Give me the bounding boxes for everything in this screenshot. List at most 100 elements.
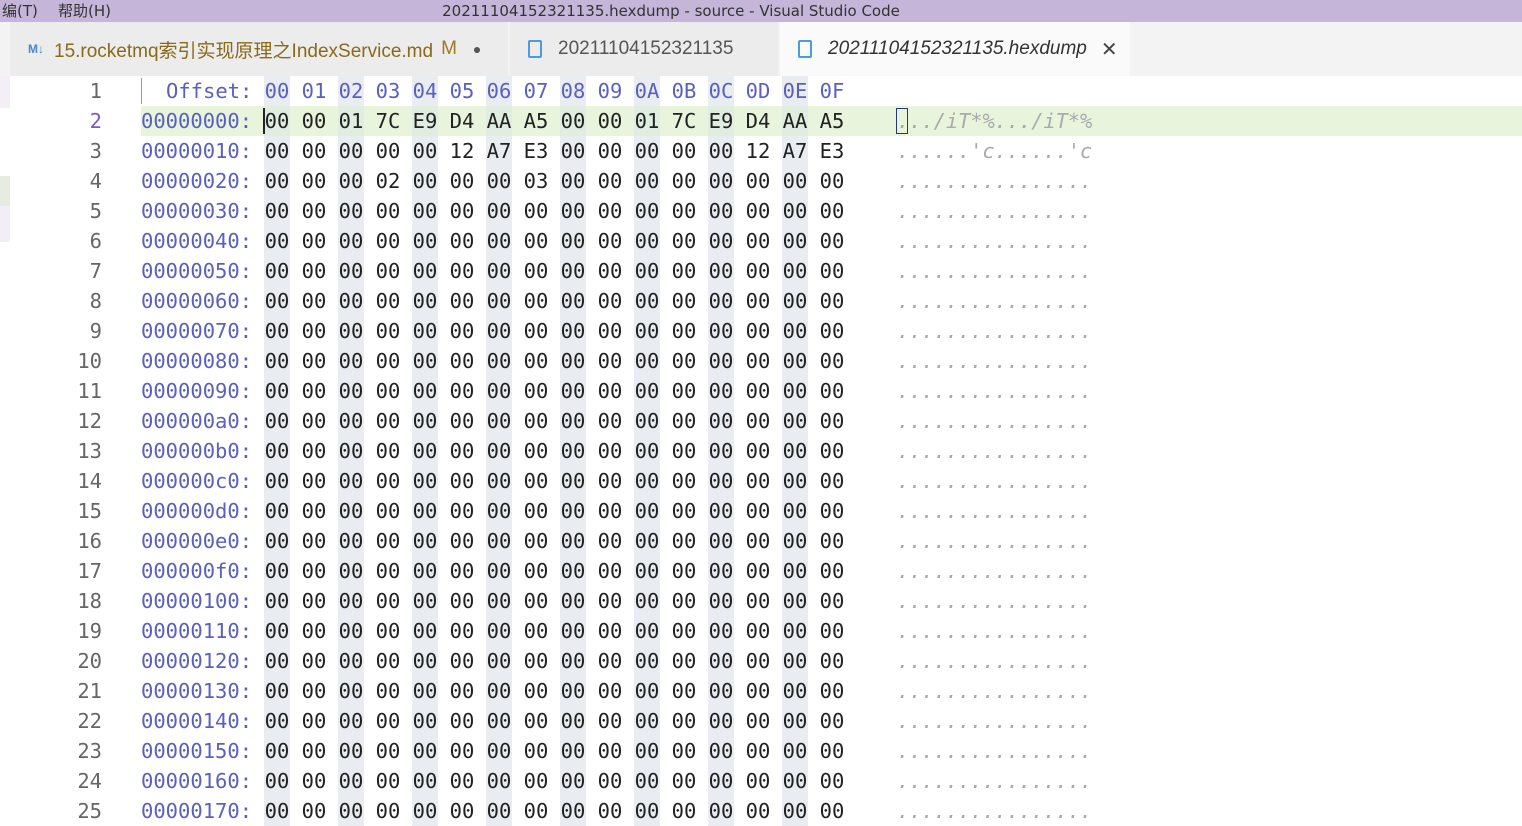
hex-byte[interactable]: 02 [375,166,401,196]
hex-byte[interactable]: 00 [597,346,623,376]
hex-byte[interactable]: 00 [375,676,401,706]
hex-byte[interactable]: 00 [819,796,845,826]
hex-byte[interactable]: 00 [634,496,660,526]
hex-byte[interactable]: 01 [634,106,660,136]
hex-byte[interactable]: 00 [338,436,364,466]
hex-byte[interactable]: 00 [634,436,660,466]
hex-byte[interactable]: 00 [819,466,845,496]
hex-byte[interactable]: 00 [412,796,438,826]
hex-byte[interactable]: 00 [745,196,771,226]
unsaved-dot-icon[interactable]: ● [473,41,481,57]
hex-byte[interactable]: 00 [375,796,401,826]
hex-byte[interactable]: 00 [301,556,327,586]
hex-byte[interactable]: 00 [412,406,438,436]
hex-byte[interactable]: 00 [782,766,808,796]
hex-byte[interactable]: 00 [819,376,845,406]
hex-byte[interactable]: 00 [449,346,475,376]
hex-byte[interactable]: 00 [375,316,401,346]
hex-byte[interactable]: 00 [782,796,808,826]
hex-byte[interactable]: 00 [486,796,512,826]
ascii-text[interactable]: ................ [897,466,1092,496]
ascii-text[interactable]: ................ [897,526,1092,556]
hex-byte[interactable]: E9 [708,106,734,136]
hex-byte[interactable]: 00 [338,286,364,316]
hex-byte[interactable]: 00 [745,706,771,736]
hex-byte[interactable]: 00 [745,256,771,286]
hex-byte[interactable]: 00 [264,316,290,346]
hex-byte[interactable]: 00 [301,586,327,616]
hex-byte[interactable]: 00 [708,226,734,256]
hex-byte[interactable]: 00 [523,766,549,796]
hex-byte[interactable]: 00 [560,346,586,376]
hex-byte[interactable]: 00 [486,736,512,766]
hex-byte[interactable]: 00 [671,286,697,316]
hex-byte[interactable]: 00 [745,736,771,766]
hex-byte[interactable]: 00 [597,796,623,826]
hex-byte[interactable]: 00 [671,646,697,676]
hex-byte[interactable]: 00 [375,226,401,256]
hex-byte[interactable]: 00 [449,616,475,646]
hex-byte[interactable]: 00 [819,316,845,346]
hex-byte[interactable]: 00 [560,136,586,166]
hex-byte[interactable]: 00 [264,526,290,556]
hex-byte[interactable]: 00 [486,316,512,346]
hex-byte[interactable]: 00 [819,616,845,646]
hex-byte[interactable]: 00 [486,646,512,676]
hex-byte[interactable]: 00 [375,526,401,556]
hex-byte[interactable]: 00 [745,346,771,376]
hex-byte[interactable]: 00 [523,286,549,316]
hex-byte[interactable]: 00 [671,766,697,796]
hex-byte[interactable]: 00 [782,646,808,676]
hex-byte[interactable]: 00 [449,766,475,796]
hex-byte[interactable]: 00 [338,376,364,406]
hex-byte[interactable]: 00 [301,496,327,526]
hex-byte[interactable]: 00 [264,466,290,496]
hex-byte[interactable]: 00 [560,496,586,526]
hex-byte[interactable]: 00 [375,346,401,376]
hex-byte[interactable]: 00 [745,436,771,466]
hex-byte[interactable]: 00 [819,346,845,376]
ascii-text[interactable]: ......'c......'c [897,136,1092,166]
hex-byte[interactable]: 01 [338,106,364,136]
hex-byte[interactable]: 00 [597,196,623,226]
hex-byte[interactable]: 00 [634,766,660,796]
hex-byte[interactable]: 00 [375,436,401,466]
hex-byte[interactable]: 00 [301,256,327,286]
hex-byte[interactable]: 00 [486,196,512,226]
hex-byte[interactable]: 00 [301,676,327,706]
hex-byte[interactable]: 00 [708,286,734,316]
hex-byte[interactable]: 00 [634,286,660,316]
hex-byte[interactable]: 00 [375,706,401,736]
hex-byte[interactable]: 00 [486,406,512,436]
hex-byte[interactable]: 00 [301,706,327,736]
hex-byte[interactable]: AA [486,106,512,136]
hex-byte[interactable]: 00 [264,706,290,736]
hex-byte[interactable]: 00 [634,616,660,646]
hex-byte[interactable]: 00 [634,166,660,196]
hex-byte[interactable]: 00 [671,706,697,736]
ascii-text[interactable]: ................ [897,616,1092,646]
hex-byte[interactable]: 00 [264,496,290,526]
hex-byte[interactable]: E9 [412,106,438,136]
hex-byte[interactable]: 00 [412,586,438,616]
hex-byte[interactable]: 00 [597,586,623,616]
hex-byte[interactable]: 00 [264,226,290,256]
hex-byte[interactable]: 00 [597,766,623,796]
hex-byte[interactable]: 00 [412,226,438,256]
hex-byte[interactable]: 00 [375,376,401,406]
hex-byte[interactable]: 00 [412,166,438,196]
hex-byte[interactable]: 00 [782,586,808,616]
hex-byte[interactable]: 00 [523,436,549,466]
hex-byte[interactable]: 00 [597,736,623,766]
hex-byte[interactable]: 00 [782,496,808,526]
hex-byte[interactable]: 00 [338,406,364,436]
hex-byte[interactable]: 00 [560,526,586,556]
hex-byte[interactable]: 00 [449,466,475,496]
hex-byte[interactable]: 00 [449,586,475,616]
ascii-text[interactable]: ../iT*%.../iT*% [909,106,1092,136]
hex-byte[interactable]: 00 [412,466,438,496]
hex-byte[interactable]: 00 [745,646,771,676]
hex-byte[interactable]: 00 [486,466,512,496]
ascii-text[interactable]: ................ [897,346,1092,376]
hex-byte[interactable]: 00 [449,526,475,556]
